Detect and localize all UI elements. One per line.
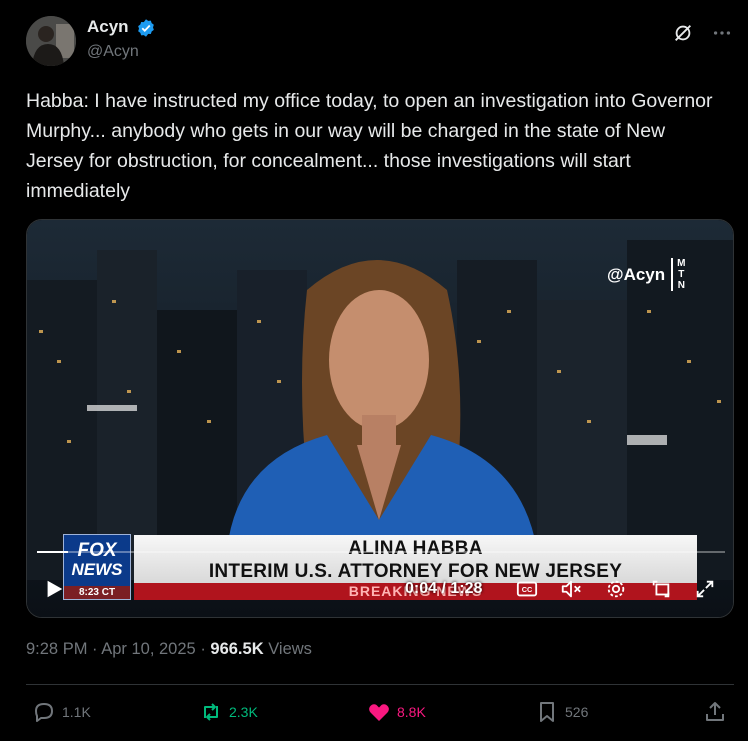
bookmark-icon xyxy=(540,702,554,722)
like-count: 8.8K xyxy=(397,704,426,720)
watermark-badge-letter: T xyxy=(678,269,685,280)
views-label: Views xyxy=(268,640,312,658)
separator-dot: · xyxy=(200,640,211,658)
repost-button[interactable]: 2.3K xyxy=(199,700,258,724)
reply-icon xyxy=(35,703,53,722)
settings-gear-icon[interactable] xyxy=(604,578,628,600)
watermark-handle: @Acyn xyxy=(607,264,666,284)
captions-icon[interactable]: CC xyxy=(515,578,539,600)
avatar[interactable] xyxy=(26,16,76,66)
share-icon xyxy=(706,702,724,721)
video-progress-fill xyxy=(37,551,68,553)
mute-icon[interactable] xyxy=(559,578,583,600)
repost-count: 2.3K xyxy=(229,704,258,720)
share-button[interactable] xyxy=(703,700,727,724)
watermark-badge-letter: N xyxy=(677,280,685,291)
reply-count: 1.1K xyxy=(62,704,91,720)
tweet-time[interactable]: 9:28 PM xyxy=(26,640,87,658)
separator-dot: · xyxy=(92,640,102,658)
bookmark-button[interactable]: 526 xyxy=(535,700,588,724)
verified-badge-icon xyxy=(138,19,154,37)
tweet-date[interactable]: Apr 10, 2025 xyxy=(101,640,196,658)
grok-icon[interactable] xyxy=(672,22,694,44)
lower-third: ALINA HABBA INTERIM U.S. ATTORNEY FOR NE… xyxy=(134,535,697,583)
bookmark-count: 526 xyxy=(565,704,589,720)
author-name[interactable]: Acyn xyxy=(87,17,129,37)
video-progress-bar[interactable] xyxy=(37,551,725,553)
watermark-badge-letter: M xyxy=(677,258,686,269)
tweet-text: Habba: I have instructed my office today… xyxy=(26,90,713,202)
chyron-name: ALINA HABBA xyxy=(348,538,483,559)
watermark-badge: M T N xyxy=(671,258,686,291)
divider xyxy=(26,684,734,685)
network-clock: 8:23 CT xyxy=(64,586,130,599)
video-watermark: @Acyn M T N xyxy=(607,258,686,291)
more-options-icon[interactable] xyxy=(711,22,733,44)
author-handle[interactable]: @Acyn xyxy=(87,43,139,61)
play-icon[interactable] xyxy=(43,578,65,600)
video-time-readout: 0:04 / 1:28 xyxy=(405,580,483,597)
network-logo: FOX NEWS 8:23 CT xyxy=(63,534,131,600)
fullscreen-icon[interactable] xyxy=(693,578,717,600)
repost-icon xyxy=(204,703,218,721)
like-button[interactable]: 8.8K xyxy=(367,700,426,724)
svg-text:CC: CC xyxy=(522,585,533,594)
picture-in-picture-icon[interactable] xyxy=(649,578,673,600)
reply-button[interactable]: 1.1K xyxy=(32,700,91,724)
video-player[interactable]: @Acyn M T N FOX NEWS 8:23 CT ALINA HABBA… xyxy=(26,219,734,618)
network-logo-line2: NEWS xyxy=(71,560,123,579)
tweet-meta: 9:28 PM · Apr 10, 2025 · 966.5K Views xyxy=(26,640,312,659)
views-count: 966.5K xyxy=(210,640,264,658)
heart-icon xyxy=(369,704,389,721)
